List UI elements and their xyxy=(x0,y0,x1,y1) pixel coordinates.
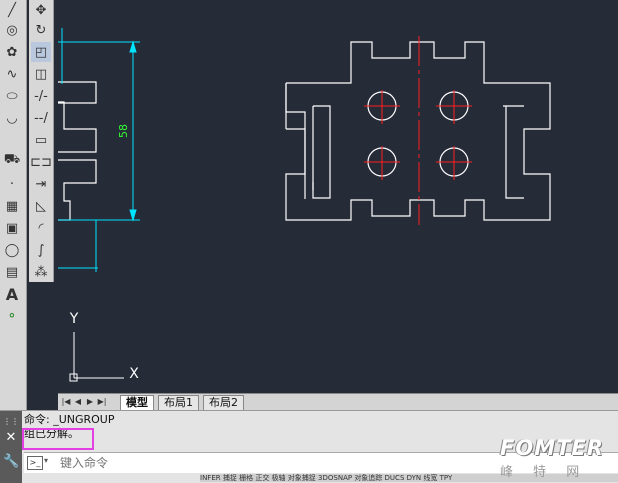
mtext-icon[interactable]: A xyxy=(2,284,22,304)
ucs-x-label: X xyxy=(129,366,139,382)
ucs-y-label: Y xyxy=(69,311,79,327)
prev-icon[interactable]: ◀ xyxy=(73,396,83,408)
circle-icon[interactable]: ◎ xyxy=(2,20,22,40)
center-lines xyxy=(364,36,472,225)
ellipse-arc-icon[interactable]: ◡ xyxy=(2,108,22,128)
modify-toolbar: ✥ ↻ ◰ ◫ -/- --/ ▭ ⊏⊐ ⇥ ◺ ◜ ∫ ⁂ xyxy=(29,0,54,282)
status-snap[interactable]: 捕捉 xyxy=(223,474,237,482)
table-icon[interactable]: ▤ xyxy=(2,262,22,282)
dropdown-icon[interactable]: ▾ xyxy=(44,456,48,465)
move-icon[interactable]: ✥ xyxy=(31,0,51,20)
spline-icon[interactable]: ∿ xyxy=(2,64,22,84)
ucs-icon xyxy=(69,332,124,382)
layout-tab-bar: |◀ ◀ ▶ ▶| 模型 布局1 布局2 xyxy=(58,393,618,411)
break-at-point-icon[interactable]: ⊏⊐ xyxy=(30,152,52,172)
insert-block-icon[interactable]: ⛟ xyxy=(2,150,22,170)
add-selected-icon[interactable]: ⚬ xyxy=(2,306,22,326)
status-otrack[interactable]: 对象追踪 xyxy=(354,474,382,482)
region-icon[interactable]: ◯ xyxy=(2,240,22,260)
explode-icon[interactable]: ⁂ xyxy=(31,262,51,282)
last-icon[interactable]: ▶| xyxy=(97,396,107,408)
brand-name: FOMTER xyxy=(500,436,604,460)
main-part-outline xyxy=(285,41,551,221)
dimension-58 xyxy=(58,28,140,272)
break-icon[interactable]: ▭ xyxy=(31,130,51,150)
trim-icon[interactable]: -/- xyxy=(31,86,51,106)
fillet-icon[interactable]: ◜ xyxy=(31,218,51,238)
hatch-icon[interactable]: ▦ xyxy=(2,196,22,216)
close-icon[interactable]: ✕ xyxy=(3,431,19,445)
tab-layout2[interactable]: 布局2 xyxy=(203,395,244,411)
join-icon[interactable]: ⇥ xyxy=(31,174,51,194)
left-partial-part xyxy=(58,81,97,221)
history-line: 命令: _UNGROUP xyxy=(24,413,115,426)
status-polar[interactable]: 极轴 xyxy=(272,474,286,482)
next-icon[interactable]: ▶ xyxy=(85,396,95,408)
highlight-box xyxy=(22,428,94,450)
status-3dosnap[interactable]: 3DOSNAP xyxy=(318,474,352,482)
status-dyn[interactable]: DYN xyxy=(407,474,422,482)
point-icon[interactable]: · xyxy=(2,174,22,194)
dimension-text: 58 xyxy=(117,124,130,138)
rotate-icon[interactable]: ↻ xyxy=(31,20,51,40)
drawing-area[interactable]: 58 Y X xyxy=(58,0,618,393)
wrench-icon[interactable]: 🔧 xyxy=(3,455,19,469)
tab-model[interactable]: 模型 xyxy=(120,395,154,411)
grip-dots-icon[interactable]: ⋮⋮ xyxy=(3,415,19,429)
line-icon[interactable]: ╱ xyxy=(2,0,22,20)
command-input[interactable] xyxy=(58,454,442,472)
status-ducs[interactable]: DUCS xyxy=(385,474,405,482)
ellipse-icon[interactable]: ⬭ xyxy=(2,86,22,106)
command-gripper: ⋮⋮ ✕ 🔧 xyxy=(0,411,22,483)
status-lineweight[interactable]: 线宽 xyxy=(423,474,437,482)
brand-subtitle: 峰 特 网 xyxy=(500,465,588,480)
scale-icon[interactable]: ◰ xyxy=(31,42,51,62)
status-infer[interactable]: INFER xyxy=(200,474,221,482)
status-grid[interactable]: 栅格 xyxy=(239,474,253,482)
draw-toolbar: ╱ ◎ ✿ ∿ ⬭ ◡ ⛟ · ▦ ▣ ◯ ▤ A ⚬ xyxy=(0,0,27,410)
status-osnap[interactable]: 对象捕捉 xyxy=(288,474,316,482)
status-tpy[interactable]: TPY xyxy=(440,474,453,482)
stretch-icon[interactable]: ◫ xyxy=(31,64,51,84)
watermark-logo: FOMTER 峰 特 网 xyxy=(496,436,614,480)
revcloud-icon[interactable]: ✿ xyxy=(2,42,22,62)
blend-icon[interactable]: ∫ xyxy=(31,240,51,260)
gradient-icon[interactable]: ▣ xyxy=(2,218,22,238)
extend-icon[interactable]: --/ xyxy=(31,108,51,128)
first-icon[interactable]: |◀ xyxy=(61,396,71,408)
chamfer-icon[interactable]: ◺ xyxy=(31,196,51,216)
status-ortho[interactable]: 正交 xyxy=(255,474,269,482)
drawing-canvas[interactable]: 58 Y X xyxy=(58,0,618,393)
tab-layout1[interactable]: 布局1 xyxy=(158,395,199,411)
command-prompt-icon[interactable]: >_ xyxy=(27,456,43,470)
